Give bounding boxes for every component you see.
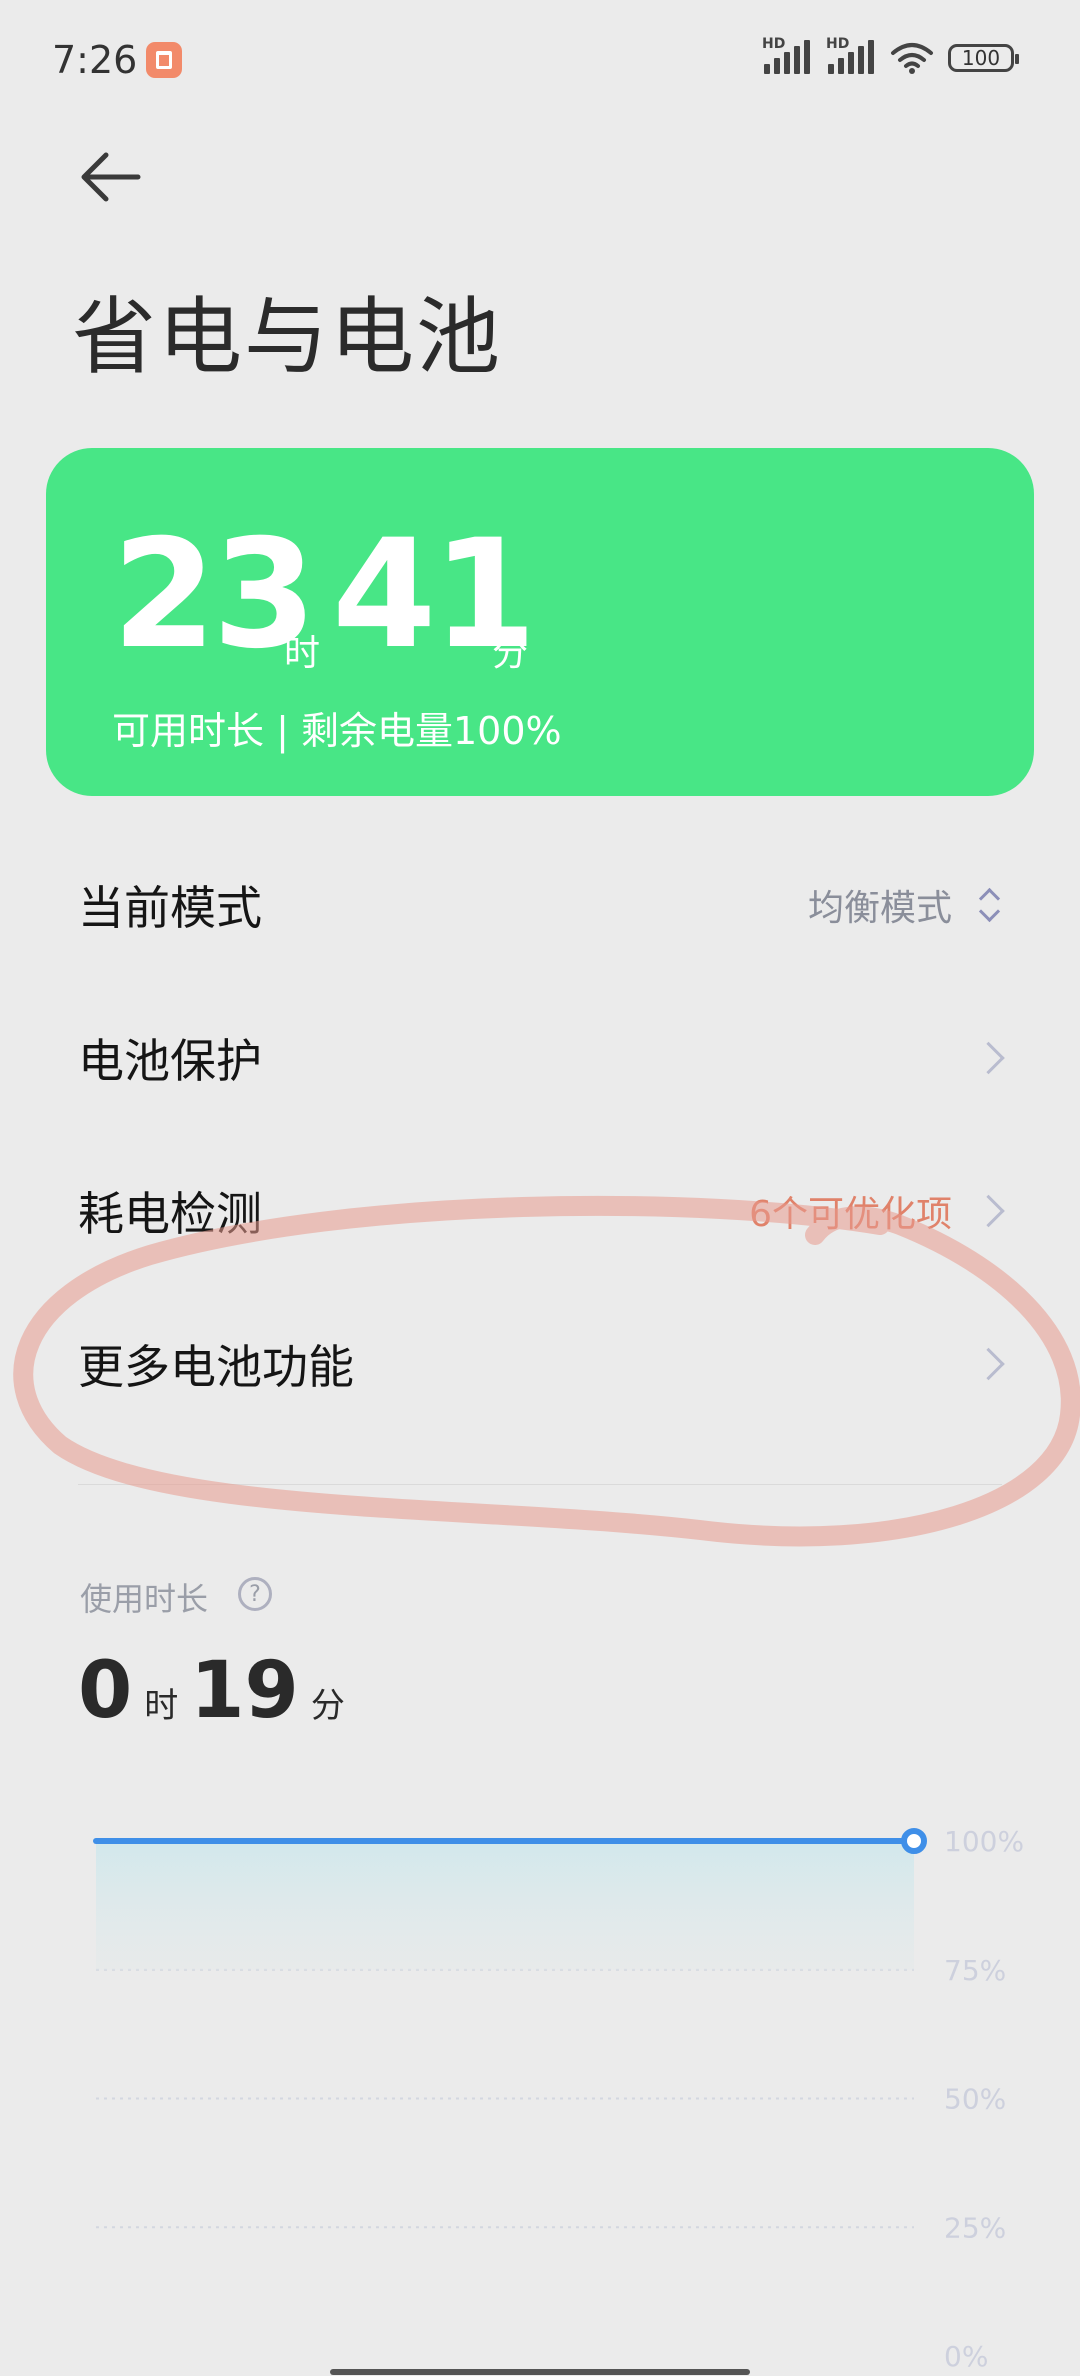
chevron-right-icon [972,1347,1005,1381]
card-subtitle: 可用时长 | 剩余电量100% [112,709,562,753]
optimizable-items-value: 6个可优化项 [749,1194,952,1235]
y-tick-label: 75% [944,1954,1006,1987]
row-label: 耗电检测 [78,1187,262,1241]
row-label: 当前模式 [78,881,262,935]
current-point [901,1828,927,1854]
chevron-right-icon [972,1041,1005,1075]
row-more-battery-features[interactable]: 更多电池功能 [0,1289,1080,1439]
page-title: 省电与电池 [72,288,503,386]
notification-app-icon [146,42,182,78]
section-divider [78,1484,1002,1485]
remaining-hours: 23 [112,508,317,682]
row-battery-protection[interactable]: 电池保护 [0,983,1080,1133]
battery-icon: 100 [948,44,1019,72]
hours-unit: 时 [284,633,321,674]
help-icon[interactable]: ? [238,1577,272,1611]
status-icons: HD HD 100 [762,36,1019,80]
wifi-icon [891,43,933,74]
cell-signal-icon-2: HD [826,36,876,78]
status-time: 7:26 [52,38,138,82]
back-arrow-icon[interactable] [78,150,142,204]
usage-duration-value: 0 时 19 分 [78,1646,357,1736]
usage-minutes-unit: 分 [310,1686,345,1726]
usage-hours: 0 [78,1646,133,1736]
row-label: 电池保护 [78,1034,262,1088]
y-tick-label: 100% [944,1825,1024,1858]
usage-hours-unit: 时 [144,1686,179,1726]
hd-label-2: HD [826,36,850,52]
updown-chevron-icon [976,885,1002,925]
cell-signal-icon: HD [762,36,812,78]
hd-label: HD [762,36,786,52]
row-current-mode[interactable]: 当前模式 均衡模式 [0,830,1080,980]
battery-level-chart: 100% 75% 50% 25% 0% [93,1825,1024,2373]
series-area [96,1841,914,1970]
battery-summary-card: 23 时 41 分 可用时长 | 剩余电量100% [46,448,1034,796]
row-label: 更多电池功能 [78,1340,354,1394]
usage-minutes: 19 [190,1646,299,1736]
usage-duration-label: 使用时长 [80,1580,209,1618]
y-tick-label: 0% [944,2340,988,2373]
minutes-unit: 分 [492,633,529,674]
y-tick-label: 25% [944,2211,1006,2244]
current-mode-value: 均衡模式 [807,888,952,929]
y-tick-label: 50% [944,2083,1006,2116]
home-indicator[interactable] [330,2369,750,2375]
row-power-detection[interactable]: 耗电检测 6个可优化项 [0,1136,1080,1286]
chevron-right-icon [972,1194,1005,1228]
